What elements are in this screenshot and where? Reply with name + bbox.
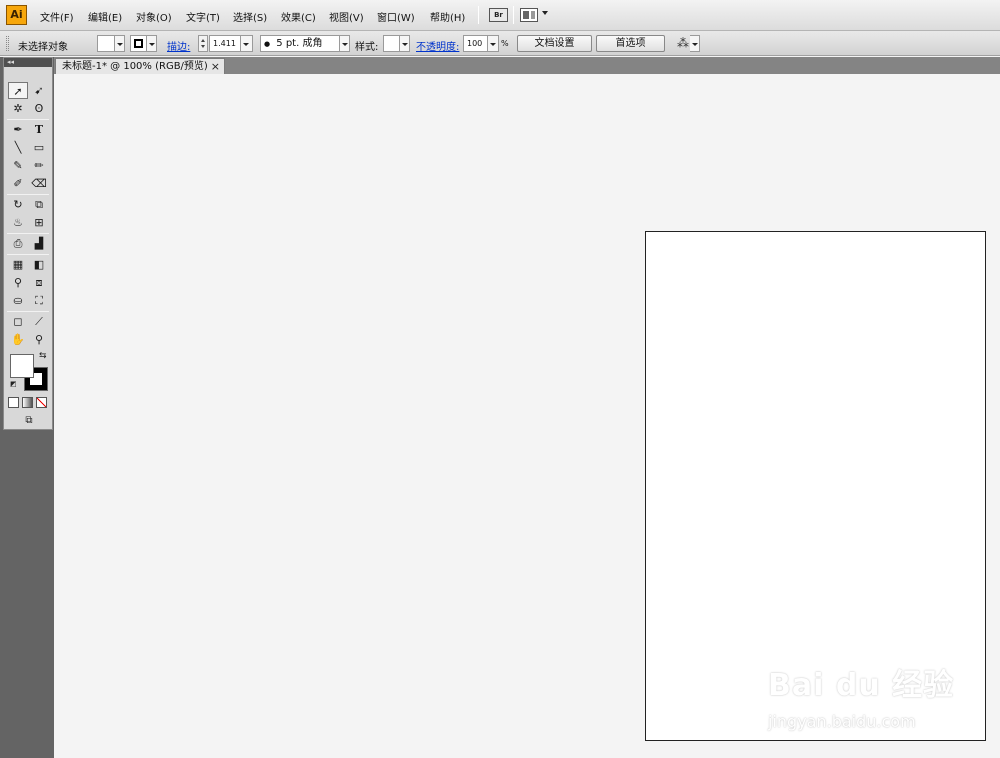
stroke-label-link[interactable]: 描边: (167, 38, 190, 53)
menu-edit[interactable]: 编辑(E) (88, 9, 122, 24)
chevron-down-icon[interactable] (542, 11, 548, 15)
mesh-tool-icon[interactable]: ▦ (8, 256, 28, 273)
live-paint-selection-tool-icon[interactable]: ⛶ (29, 292, 49, 309)
selection-status: 未选择对象 (18, 42, 68, 53)
fill-dropdown-button[interactable] (115, 35, 125, 52)
stroke-weight-stepper[interactable] (198, 35, 208, 52)
tool-divider (7, 311, 49, 312)
fill-color-box[interactable] (10, 354, 34, 378)
symbol-sprayer-tool-icon[interactable]: ⎙ (8, 235, 28, 252)
selection-tool-icon[interactable]: ➚ (8, 82, 28, 99)
opacity-field[interactable]: 100 (463, 35, 488, 52)
style-label: 样式: (355, 42, 379, 53)
menu-view[interactable]: 视图(V) (329, 9, 364, 24)
pencil-tool-icon[interactable]: ✏ (29, 157, 49, 174)
document-setup-button[interactable]: 文档设置 (517, 35, 592, 52)
tool-divider (7, 119, 49, 120)
opacity-label-link[interactable]: 不透明度: (416, 38, 459, 53)
graphic-style-swatch[interactable] (383, 35, 400, 52)
slice-tool-icon[interactable]: ⟋ (29, 313, 49, 330)
menu-file[interactable]: 文件(F) (40, 9, 74, 24)
tool-divider (7, 254, 49, 255)
live-paint-bucket-tool-icon[interactable]: ⛀ (8, 292, 28, 309)
close-icon[interactable]: × (211, 59, 220, 74)
stroke-weight-field[interactable]: 1.411 (209, 35, 241, 52)
scale-tool-icon[interactable]: ⧉ (29, 196, 49, 213)
brush-definition-field[interactable]: ● 5 pt. 成角 (260, 35, 340, 52)
document-tab-bar: 未标题-1* @ 100% (RGB/预览) × (54, 57, 1000, 74)
watermark-logo: Bai du 经验 (768, 668, 955, 703)
eyedropper-tool-icon[interactable]: ⚲ (8, 274, 28, 291)
watermark-url: jingyan.baidu.com (768, 712, 916, 731)
menu-window[interactable]: 窗口(W) (377, 9, 415, 24)
paintbrush-tool-icon[interactable]: ✎ (8, 157, 28, 174)
toolbox: ◂◂ ➚ ➹ ✲ ʘ ✒ T ╲ ▭ ✎ ✏ ✐ ⌫ ↻ ⧉ ♨ ⊞ ⎙ ▟ ▦… (0, 57, 54, 758)
warp-tool-icon[interactable]: ♨ (8, 214, 28, 231)
rotate-tool-icon[interactable]: ↻ (8, 196, 28, 213)
gradient-tool-icon[interactable]: ◧ (29, 256, 49, 273)
menu-type[interactable]: 文字(T) (186, 9, 220, 24)
default-fill-stroke-icon[interactable]: ◩ (10, 380, 18, 388)
tool-divider (7, 233, 49, 234)
menu-help[interactable]: 帮助(H) (430, 9, 465, 24)
menu-bar: Ai 文件(F) 编辑(E) 对象(O) 文字(T) 选择(S) 效果(C) 视… (0, 0, 1000, 31)
brush-dot-icon: ● (264, 40, 271, 48)
fill-color-swatch[interactable] (97, 35, 115, 52)
type-tool-icon[interactable]: T (29, 121, 49, 138)
artboard-tool-icon[interactable]: ◻ (8, 313, 28, 330)
style-dropdown-button[interactable] (400, 35, 410, 52)
document-tab-title: 未标题-1* @ 100% (RGB/预览) (62, 61, 208, 72)
eraser-tool-icon[interactable]: ⌫ (29, 175, 49, 192)
preferences-button[interactable]: 首选项 (596, 35, 665, 52)
app-logo: Ai (6, 5, 27, 25)
menu-object[interactable]: 对象(O) (136, 9, 172, 24)
lasso-tool-icon[interactable]: ʘ (29, 100, 49, 117)
gradient-mode-icon[interactable] (22, 397, 33, 408)
tool-divider (7, 194, 49, 195)
panel-menu-dropdown[interactable] (690, 35, 700, 52)
column-graph-tool-icon[interactable]: ▟ (29, 235, 49, 252)
stroke-weight-dropdown[interactable] (241, 35, 253, 52)
direct-selection-tool-icon[interactable]: ➹ (29, 82, 49, 99)
hand-tool-icon[interactable]: ✋ (8, 331, 28, 348)
brush-definition-label: 5 pt. 成角 (276, 38, 323, 49)
canvas[interactable] (54, 74, 1000, 758)
pen-tool-icon[interactable]: ✒ (8, 121, 28, 138)
panel-grip-icon[interactable] (6, 36, 9, 51)
menu-select[interactable]: 选择(S) (233, 9, 267, 24)
opacity-flyout-button[interactable] (488, 35, 499, 52)
magic-wand-icon[interactable]: ⁂ (675, 36, 691, 51)
tools-panel: ◂◂ ➚ ➹ ✲ ʘ ✒ T ╲ ▭ ✎ ✏ ✐ ⌫ ↻ ⧉ ♨ ⊞ ⎙ ▟ ▦… (3, 57, 53, 430)
zoom-tool-icon[interactable]: ⚲ (29, 331, 49, 348)
bridge-button[interactable]: Br (489, 8, 508, 22)
screen-mode-icon[interactable]: ⧉ (18, 414, 40, 427)
line-segment-tool-icon[interactable]: ╲ (8, 139, 28, 156)
free-transform-tool-icon[interactable]: ⊞ (29, 214, 49, 231)
magic-wand-tool-icon[interactable]: ✲ (8, 100, 28, 117)
none-mode-icon[interactable] (36, 397, 47, 408)
document-tab[interactable]: 未标题-1* @ 100% (RGB/预览) × (55, 58, 225, 74)
menu-divider (478, 6, 479, 24)
rectangle-tool-icon[interactable]: ▭ (29, 139, 49, 156)
stroke-dropdown-button[interactable] (147, 35, 157, 52)
opacity-unit: % (501, 39, 509, 48)
arrange-documents-icon[interactable] (520, 8, 538, 22)
toolbox-collapse-icon[interactable]: ◂◂ (4, 58, 52, 67)
menu-effect[interactable]: 效果(C) (281, 9, 316, 24)
menu-divider (513, 6, 514, 24)
blob-brush-tool-icon[interactable]: ✐ (8, 175, 28, 192)
swap-fill-stroke-icon[interactable]: ⇆ (39, 352, 47, 361)
brush-dropdown-button[interactable] (340, 35, 350, 52)
control-panel: 未选择对象 描边: 1.411 ● 5 pt. 成角 样式: 不透明度: 100… (0, 31, 1000, 56)
color-mode-icon[interactable] (8, 397, 19, 408)
blend-tool-icon[interactable]: ⧈ (29, 274, 49, 291)
stroke-color-swatch[interactable] (130, 35, 147, 52)
